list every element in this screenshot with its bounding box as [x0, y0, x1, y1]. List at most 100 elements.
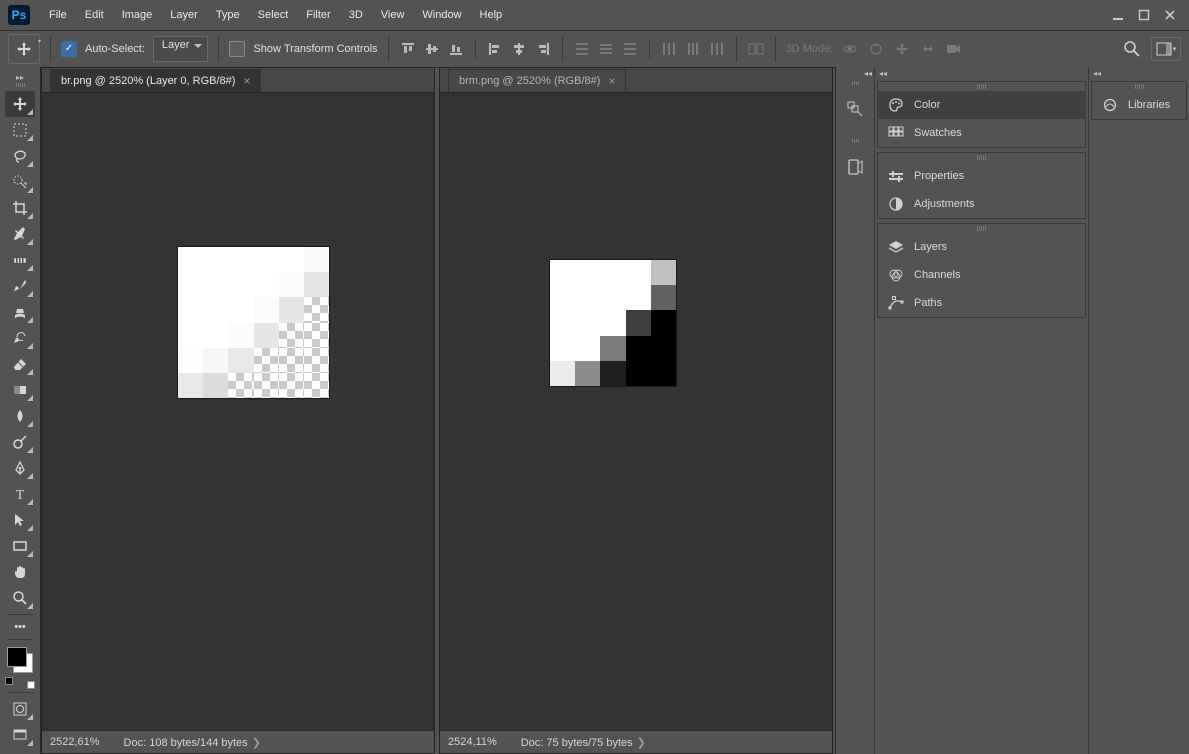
eyedropper-tool[interactable] [5, 221, 35, 247]
close-icon[interactable]: × [243, 74, 250, 88]
tools-expand-button[interactable]: ▸▸ [0, 71, 40, 83]
blur-tool[interactable] [5, 403, 35, 429]
panel-grip[interactable] [878, 224, 1085, 233]
pen-tool[interactable] [5, 455, 35, 481]
zoom-level[interactable]: 2522,61% [50, 736, 100, 748]
panel-grip[interactable] [878, 153, 1085, 162]
dist-hcenter-icon[interactable] [684, 40, 702, 58]
auto-select-dropdown[interactable]: Layer [153, 36, 209, 62]
healing-brush-tool[interactable] [5, 247, 35, 273]
layers-panel-tab[interactable]: Layers [878, 233, 1085, 261]
dist-bottom-icon[interactable] [621, 40, 639, 58]
quick-selection-tool[interactable] [5, 169, 35, 195]
paths-panel-tab[interactable]: Paths [878, 289, 1085, 317]
panel-group-color: Color Swatches [877, 81, 1086, 148]
doc-size-info[interactable]: Doc: 75 bytes/75 bytes❯ [521, 736, 646, 749]
history-brush-tool[interactable] [5, 325, 35, 351]
libraries-collapse-button[interactable]: ◂◂ [1093, 69, 1101, 78]
crop-tool[interactable] [5, 195, 35, 221]
brush-tool[interactable] [5, 273, 35, 299]
zoom-tool[interactable] [5, 585, 35, 611]
channels-panel-tab[interactable]: Channels [878, 261, 1085, 289]
lasso-tool[interactable] [5, 143, 35, 169]
align-hcenter-icon[interactable] [510, 40, 528, 58]
edit-toolbar-button[interactable]: ••• [5, 618, 35, 636]
minimize-button[interactable] [1105, 5, 1131, 25]
panel-grip[interactable] [878, 82, 1085, 91]
dist-left-icon[interactable] [660, 40, 678, 58]
color-label: Color [914, 99, 940, 111]
move-tool[interactable] [5, 91, 35, 117]
align-top-icon[interactable] [399, 40, 417, 58]
history-panel-icon[interactable] [839, 93, 871, 125]
menu-layer[interactable]: Layer [161, 9, 207, 21]
strip-collapse-button[interactable]: ◂◂ [834, 67, 876, 79]
quick-mask-button[interactable] [5, 696, 35, 722]
swatches-panel-tab[interactable]: Swatches [878, 119, 1085, 147]
align-bottom-icon[interactable] [447, 40, 465, 58]
doc-size-info[interactable]: Doc: 108 bytes/144 bytes❯ [124, 736, 261, 749]
menu-select[interactable]: Select [249, 9, 298, 21]
menu-3d[interactable]: 3D [340, 9, 372, 21]
svg-text:T: T [16, 488, 25, 502]
marquee-tool[interactable] [5, 117, 35, 143]
align-left-icon[interactable] [486, 40, 504, 58]
document-canvas[interactable] [440, 93, 832, 730]
3d-orbit-icon [841, 40, 859, 58]
adjustments-icon [888, 196, 904, 212]
screen-mode-button[interactable] [5, 722, 35, 748]
color-swatches[interactable] [5, 645, 35, 675]
menu-view[interactable]: View [372, 9, 414, 21]
menu-file[interactable]: File [40, 9, 76, 21]
close-button[interactable] [1157, 5, 1183, 25]
tools-grip[interactable] [5, 83, 35, 89]
3d-roll-icon [867, 40, 885, 58]
layers-label: Layers [914, 241, 947, 253]
clone-stamp-tool[interactable] [5, 299, 35, 325]
close-icon[interactable]: × [608, 74, 615, 88]
rectangle-tool[interactable] [5, 533, 35, 559]
document-tab-bar: br.png @ 2520% (Layer 0, RGB/8#)× [42, 68, 434, 93]
panel-grip[interactable] [1092, 82, 1186, 91]
device-preview-icon[interactable] [839, 151, 871, 183]
zoom-level[interactable]: 2524,11% [448, 736, 497, 748]
align-right-icon[interactable] [534, 40, 552, 58]
menu-type[interactable]: Type [207, 9, 249, 21]
align-vmid-icon[interactable] [423, 40, 441, 58]
properties-panel-tab[interactable]: Properties [878, 162, 1085, 190]
auto-select-checkbox[interactable] [61, 41, 77, 57]
menu-image[interactable]: Image [113, 9, 162, 21]
eraser-tool[interactable] [5, 351, 35, 377]
document-canvas[interactable] [42, 93, 434, 730]
foreground-color-swatch[interactable] [7, 647, 27, 667]
dist-right-icon[interactable] [708, 40, 726, 58]
show-transform-checkbox[interactable] [229, 41, 245, 57]
chevron-right-icon[interactable]: ❯ [252, 737, 261, 749]
document-tab[interactable]: br.png @ 2520% (Layer 0, RGB/8#)× [50, 69, 261, 92]
document-tab[interactable]: brm.png @ 2520% (RGB/8#)× [448, 69, 626, 92]
default-colors-button[interactable] [5, 677, 35, 689]
menu-edit[interactable]: Edit [76, 9, 113, 21]
panel-collapse-button[interactable]: ◂◂ [879, 69, 887, 78]
adjustments-panel-tab[interactable]: Adjustments [878, 190, 1085, 218]
workspace-switcher[interactable]: ▾ [1151, 37, 1181, 61]
menu-help[interactable]: Help [471, 9, 512, 21]
libraries-panel-tab[interactable]: Libraries [1092, 91, 1186, 119]
dodge-tool[interactable] [5, 429, 35, 455]
strip-grip-2[interactable] [840, 139, 870, 145]
search-icon[interactable] [1123, 40, 1141, 58]
gradient-tool[interactable] [5, 377, 35, 403]
move-tool-indicator[interactable]: ▾ [8, 34, 40, 64]
dist-vmid-icon[interactable] [597, 40, 615, 58]
dist-top-icon[interactable] [573, 40, 591, 58]
path-selection-tool[interactable] [5, 507, 35, 533]
type-tool[interactable]: T [5, 481, 35, 507]
chevron-right-icon[interactable]: ❯ [637, 737, 646, 749]
auto-align-icon[interactable] [747, 40, 765, 58]
color-panel-tab[interactable]: Color [878, 91, 1085, 119]
hand-tool[interactable] [5, 559, 35, 585]
strip-grip[interactable] [840, 81, 870, 87]
maximize-button[interactable] [1131, 5, 1157, 25]
menu-filter[interactable]: Filter [297, 9, 339, 21]
menu-window[interactable]: Window [413, 9, 470, 21]
